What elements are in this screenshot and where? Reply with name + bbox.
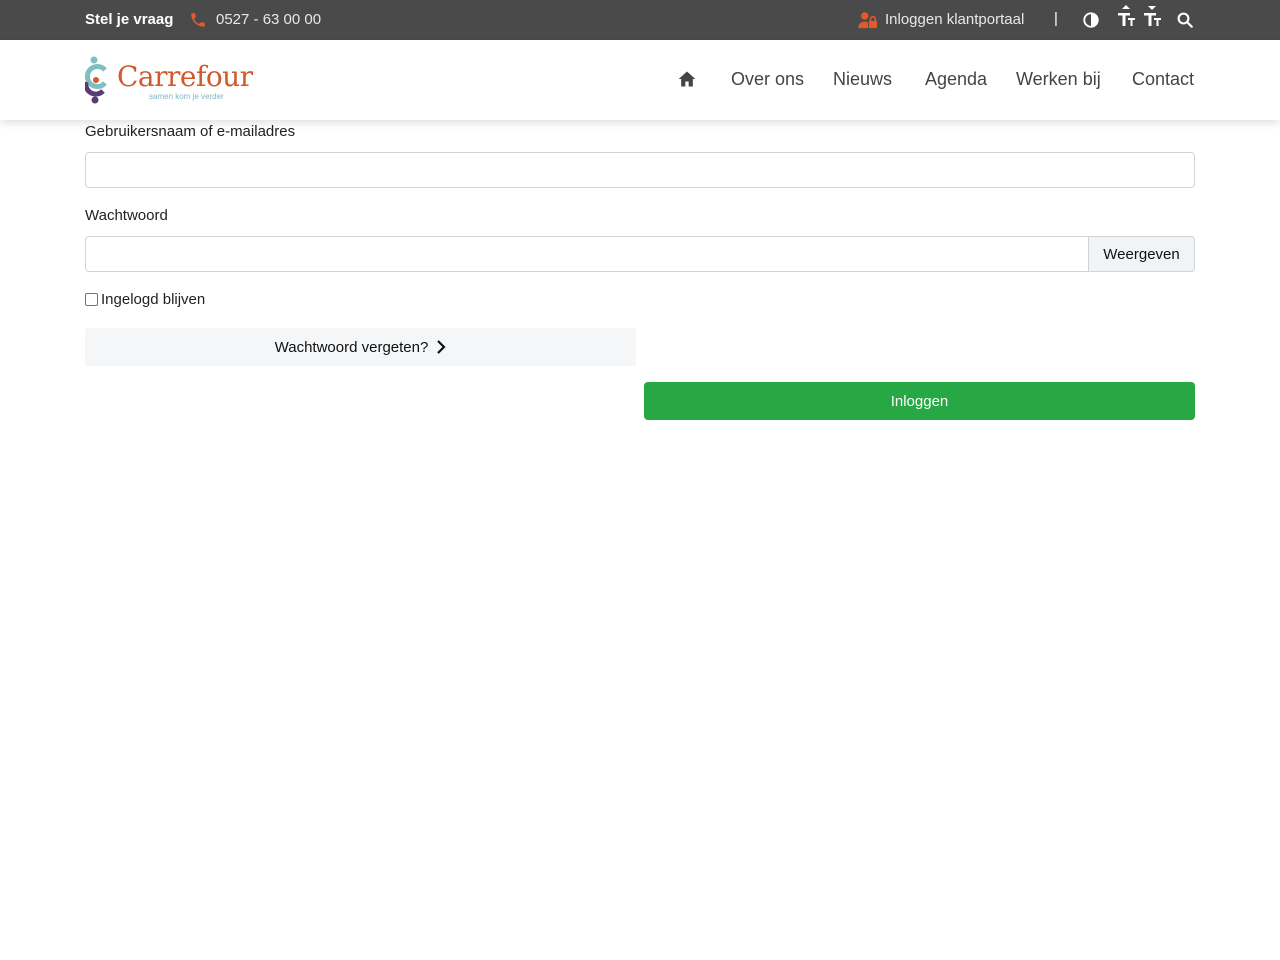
password-input[interactable]	[85, 236, 1089, 272]
home-icon[interactable]	[677, 69, 697, 89]
nav-nieuws[interactable]: Nieuws	[833, 69, 892, 90]
nav-contact[interactable]: Contact	[1132, 69, 1194, 90]
font-increase-icon[interactable]	[1116, 4, 1136, 28]
login-button[interactable]: Inloggen	[644, 382, 1195, 420]
remember-me-label[interactable]: Ingelogd blijven	[101, 291, 205, 308]
site-header: Carrefour samen kom je verder Over ons N…	[0, 40, 1280, 120]
username-label: Gebruikersnaam of e-mailadres	[85, 123, 296, 140]
logo-tagline: samen kom je verder	[149, 92, 224, 101]
password-label: Wachtwoord	[85, 207, 168, 224]
customer-portal-login-link[interactable]: Inloggen klantportaal	[885, 11, 1024, 28]
user-lock-icon	[858, 12, 877, 29]
separator: |	[1054, 10, 1058, 27]
ask-question-link[interactable]: Stel je vraag	[85, 11, 173, 28]
remember-me-checkbox[interactable]	[85, 293, 98, 306]
nav-over-ons[interactable]: Over ons	[731, 69, 804, 90]
forgot-password-label: Wachtwoord vergeten?	[274, 338, 429, 356]
phone-icon	[191, 13, 205, 27]
nav-werken-bij[interactable]: Werken bij	[1016, 69, 1101, 90]
top-bar: Stel je vraag 0527 - 63 00 00 Inloggen k…	[0, 0, 1280, 40]
chevron-right-icon	[437, 340, 446, 354]
phone-number-link[interactable]: 0527 - 63 00 00	[216, 11, 321, 28]
show-password-button[interactable]: Weergeven	[1088, 236, 1195, 272]
search-icon[interactable]	[1176, 11, 1194, 29]
contrast-icon[interactable]	[1082, 11, 1100, 29]
forgot-password-button[interactable]: Wachtwoord vergeten?	[85, 328, 636, 366]
nav-agenda[interactable]: Agenda	[925, 69, 987, 90]
carrefour-logo[interactable]: Carrefour samen kom je verder	[85, 56, 253, 106]
logo-text: Carrefour	[117, 60, 253, 93]
font-decrease-icon[interactable]	[1142, 4, 1162, 28]
logo-mark-icon	[85, 56, 107, 104]
username-input[interactable]	[85, 152, 1195, 188]
